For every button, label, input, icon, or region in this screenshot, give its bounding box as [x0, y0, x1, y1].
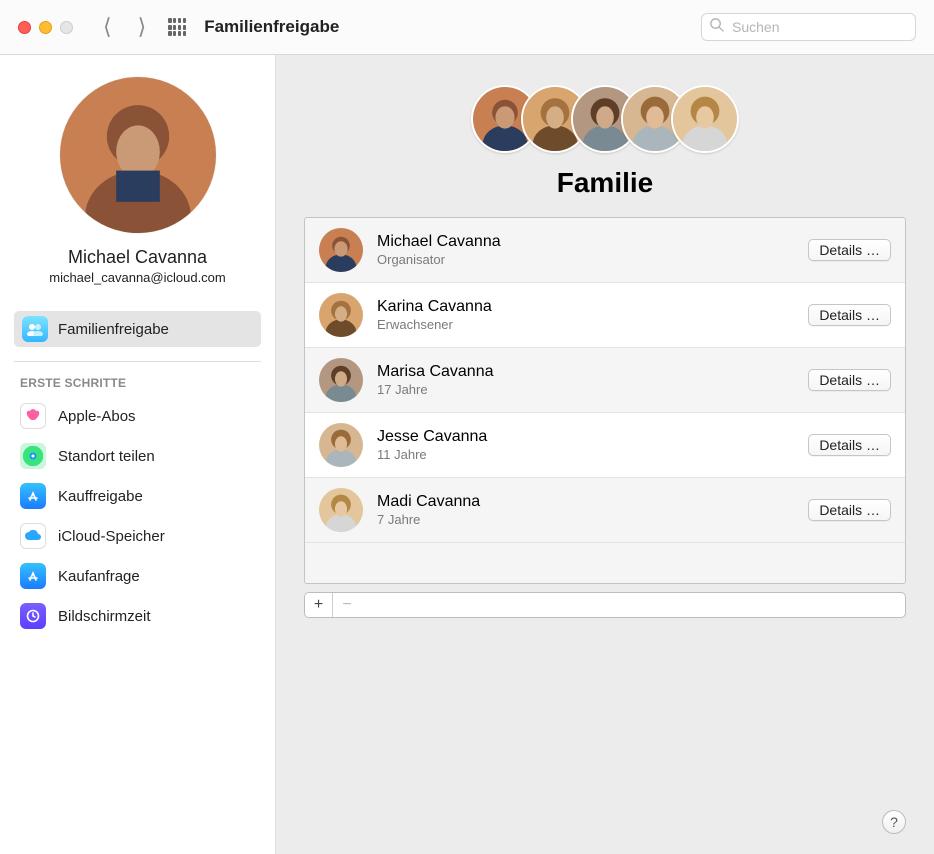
icloud-icon: [20, 523, 46, 549]
sidebar-item-label: iCloud-Speicher: [58, 528, 165, 545]
sidebar: Michael Cavanna michael_cavanna@icloud.c…: [0, 55, 276, 854]
details-button[interactable]: Details …: [808, 304, 891, 326]
member-role: 11 Jahre: [377, 447, 794, 463]
main-pane: Familie Michael Cavanna Organisator Deta…: [276, 55, 934, 854]
member-avatar: [319, 423, 363, 467]
nav-arrows: ⟨ ⟩: [103, 14, 146, 40]
appstore-icon: [20, 483, 46, 509]
sidebar-item-kauffreigabe[interactable]: Kauffreigabe: [14, 476, 261, 516]
details-button[interactable]: Details …: [808, 434, 891, 456]
sidebar-item-standort-teilen[interactable]: Standort teilen: [14, 436, 261, 476]
family-member-row[interactable]: Michael Cavanna Organisator Details …: [305, 218, 905, 283]
member-name: Madi Cavanna: [377, 492, 794, 512]
close-window-button[interactable]: [18, 21, 31, 34]
family-avatar: [671, 85, 739, 153]
user-email: michael_cavanna@icloud.com: [14, 270, 261, 285]
family-member-row[interactable]: Karina Cavanna Erwachsener Details …: [305, 283, 905, 348]
member-name: Marisa Cavanna: [377, 362, 794, 382]
help-button[interactable]: ?: [882, 810, 906, 834]
user-avatar[interactable]: [60, 77, 216, 233]
list-empty-space: [305, 543, 905, 583]
member-role: Erwachsener: [377, 317, 794, 333]
sidebar-item-icloud-speicher[interactable]: iCloud-Speicher: [14, 516, 261, 556]
member-avatar: [319, 293, 363, 337]
member-name: Jesse Cavanna: [377, 427, 794, 447]
screentime-icon: [20, 603, 46, 629]
sidebar-item-apple-abos[interactable]: Apple-Abos: [14, 396, 261, 436]
apple-one-icon: [20, 403, 46, 429]
family-member-list: Michael Cavanna Organisator Details … Ka…: [304, 217, 906, 584]
add-remove-controls: + −: [304, 592, 906, 618]
findmy-icon: [20, 443, 46, 469]
member-role: 7 Jahre: [377, 512, 794, 528]
search-icon: [709, 17, 724, 37]
window-title: Familienfreigabe: [204, 17, 339, 37]
sidebar-item-label: Kaufanfrage: [58, 568, 140, 585]
forward-button[interactable]: ⟩: [138, 14, 147, 40]
details-button[interactable]: Details …: [808, 499, 891, 521]
search-wrap: [701, 13, 916, 41]
sidebar-item-family-sharing[interactable]: Familienfreigabe: [14, 311, 261, 347]
search-input[interactable]: [701, 13, 916, 41]
window-controls: [18, 21, 73, 34]
zoom-window-button: [60, 21, 73, 34]
page-title: Familie: [304, 167, 906, 199]
family-sharing-icon: [22, 316, 48, 342]
member-role: 17 Jahre: [377, 382, 794, 398]
details-button[interactable]: Details …: [808, 239, 891, 261]
sidebar-item-label: Apple-Abos: [58, 408, 136, 425]
show-all-prefs-button[interactable]: [168, 18, 186, 36]
minimize-window-button[interactable]: [39, 21, 52, 34]
sidebar-item-label: Kauffreigabe: [58, 488, 143, 505]
sidebar-item-kaufanfrage[interactable]: Kaufanfrage: [14, 556, 261, 596]
member-role: Organisator: [377, 252, 794, 268]
back-button[interactable]: ⟨: [103, 14, 112, 40]
sidebar-item-label: Bildschirmzeit: [58, 608, 151, 625]
sidebar-item-label: Standort teilen: [58, 448, 155, 465]
user-name: Michael Cavanna: [14, 247, 261, 268]
appstore-icon: [20, 563, 46, 589]
sidebar-divider: [14, 361, 261, 362]
member-avatar: [319, 228, 363, 272]
sidebar-item-label: Familienfreigabe: [58, 321, 169, 338]
family-member-row[interactable]: Madi Cavanna 7 Jahre Details …: [305, 478, 905, 543]
titlebar: ⟨ ⟩ Familienfreigabe: [0, 0, 934, 55]
member-avatar: [319, 358, 363, 402]
sidebar-item-bildschirmzeit[interactable]: Bildschirmzeit: [14, 596, 261, 636]
remove-member-button[interactable]: −: [333, 593, 361, 617]
family-avatar-stack: [304, 85, 906, 153]
add-member-button[interactable]: +: [305, 593, 333, 617]
family-member-row[interactable]: Marisa Cavanna 17 Jahre Details …: [305, 348, 905, 413]
member-name: Karina Cavanna: [377, 297, 794, 317]
sidebar-section-header: ERSTE SCHRITTE: [14, 376, 261, 390]
details-button[interactable]: Details …: [808, 369, 891, 391]
family-member-row[interactable]: Jesse Cavanna 11 Jahre Details …: [305, 413, 905, 478]
member-name: Michael Cavanna: [377, 232, 794, 252]
member-avatar: [319, 488, 363, 532]
